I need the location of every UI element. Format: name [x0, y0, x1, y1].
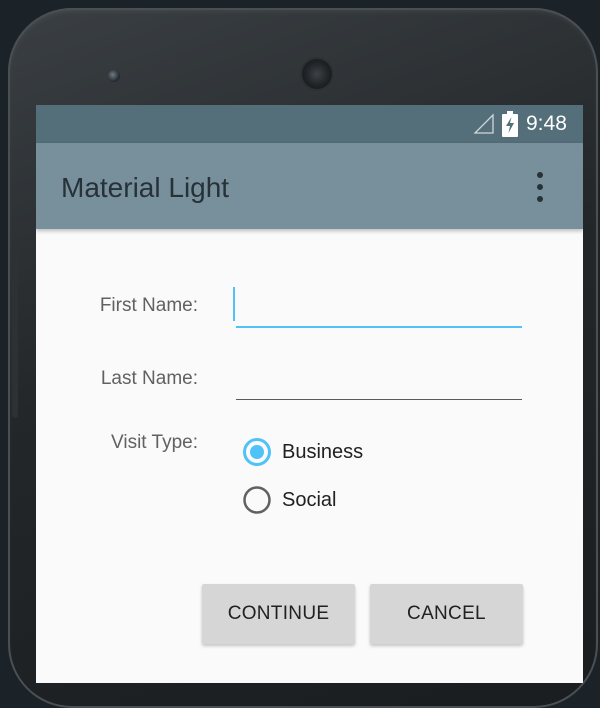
more-vert-icon[interactable] — [528, 169, 552, 205]
phone-screen: 9:48 Material Light First Name: Last Nam… — [36, 105, 583, 683]
cancel-button[interactable]: CANCEL — [370, 584, 523, 644]
continue-button[interactable]: CONTINUE — [202, 584, 355, 644]
phone-side-button — [12, 238, 18, 418]
first-name-label: First Name: — [99, 295, 198, 316]
app-title: Material Light — [61, 172, 230, 203]
radio-business-label: Business — [282, 441, 364, 463]
status-bar-clock: 9:48 — [526, 112, 567, 135]
last-name-label: Last Name: — [100, 368, 198, 389]
app-bar: Material Light — [36, 143, 583, 229]
signal-icon — [473, 113, 494, 134]
earpiece-speaker-icon — [302, 59, 332, 89]
last-name-field[interactable] — [236, 369, 522, 400]
first-name-field[interactable] — [236, 296, 522, 328]
visit-type-label: Visit Type: — [111, 432, 198, 453]
radio-unchecked-icon — [243, 486, 271, 514]
radio-social-label: Social — [282, 489, 337, 511]
status-bar: 9:48 — [36, 105, 583, 143]
text-cursor — [233, 287, 235, 321]
proximity-sensor-icon — [505, 70, 535, 83]
front-camera-icon — [108, 70, 120, 82]
battery-charging-icon — [502, 111, 518, 137]
radio-checked-icon — [243, 438, 271, 466]
